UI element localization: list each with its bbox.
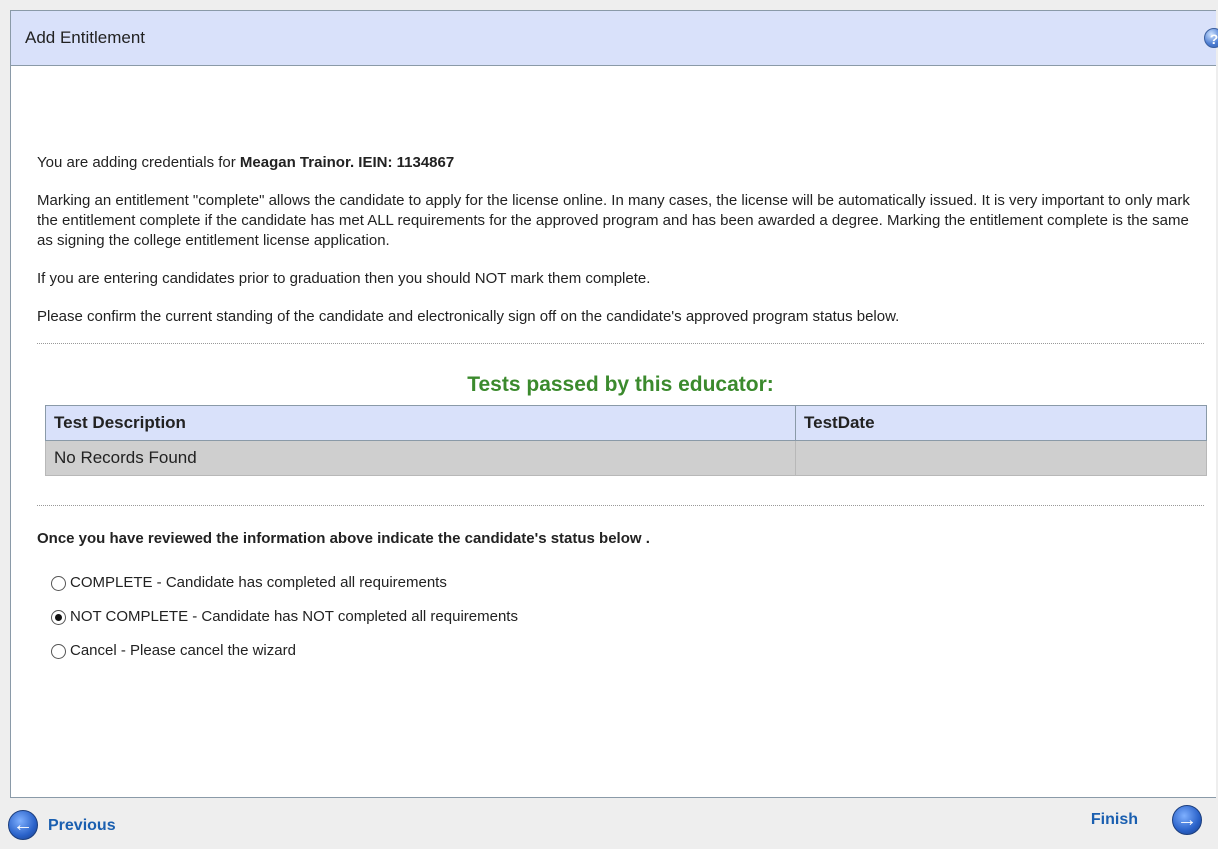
entitlement-explanation: Marking an entitlement "complete" allows… bbox=[37, 192, 1190, 249]
page: Add Entitlement ? You are adding credent… bbox=[0, 0, 1218, 849]
finish-button[interactable]: Finish → bbox=[1091, 805, 1202, 835]
radio-cancel[interactable] bbox=[51, 643, 66, 659]
radio-label-cancel[interactable]: Cancel - Please cancel the wizard bbox=[70, 641, 296, 661]
candidate-name: Meagan Trainor. IEIN: 1134867 bbox=[239, 154, 455, 171]
intro-text: You are adding credentials for Meagan Tr… bbox=[37, 153, 1204, 173]
radio-option-cancel[interactable]: Cancel - Please cancel the wizard bbox=[51, 640, 1204, 662]
arrow-left-circle-icon[interactable]: ← bbox=[8, 810, 38, 840]
radio-not-complete[interactable] bbox=[51, 609, 66, 625]
arrow-right-circle-icon[interactable]: → bbox=[1172, 805, 1202, 835]
panel-title: Add Entitlement bbox=[25, 28, 146, 47]
column-header-test-description[interactable]: Test Description bbox=[45, 405, 796, 441]
status-radio-group: COMPLETE - Candidate has completed all r… bbox=[51, 572, 1204, 662]
previous-label[interactable]: Previous bbox=[48, 817, 116, 835]
previous-button[interactable]: ← Previous bbox=[8, 810, 116, 840]
panel-content: You are adding credentials for Meagan Tr… bbox=[11, 153, 1216, 662]
add-entitlement-panel: Add Entitlement ? You are adding credent… bbox=[10, 10, 1218, 798]
confirm-instruction: Please confirm the current standing of t… bbox=[37, 308, 900, 325]
intro-prefix: You are adding credentials for bbox=[37, 154, 240, 171]
divider bbox=[37, 343, 1204, 344]
empty-cell bbox=[795, 440, 1207, 476]
radio-option-not-complete[interactable]: NOT COMPLETE - Candidate has NOT complet… bbox=[51, 606, 1204, 628]
empty-message: No Records Found bbox=[45, 440, 796, 476]
radio-label-not-complete[interactable]: NOT COMPLETE - Candidate has NOT complet… bbox=[70, 607, 518, 627]
column-header-test-date[interactable]: TestDate bbox=[795, 405, 1207, 441]
radio-label-complete[interactable]: COMPLETE - Candidate has completed all r… bbox=[70, 573, 447, 593]
tests-title: Tests passed by this educator: bbox=[467, 373, 774, 396]
table-row: No Records Found bbox=[45, 440, 1207, 476]
help-icon[interactable]: ? bbox=[1204, 28, 1218, 48]
radio-complete[interactable] bbox=[51, 575, 66, 591]
divider bbox=[37, 505, 1204, 506]
finish-label[interactable]: Finish bbox=[1091, 811, 1138, 829]
tests-table: Test Description TestDate No Records Fou… bbox=[45, 405, 1207, 476]
radio-option-complete[interactable]: COMPLETE - Candidate has completed all r… bbox=[51, 572, 1204, 594]
panel-header: Add Entitlement ? bbox=[11, 11, 1218, 66]
graduation-notice: If you are entering candidates prior to … bbox=[37, 270, 651, 287]
table-header-row: Test Description TestDate bbox=[45, 405, 1207, 441]
status-instruction: Once you have reviewed the information a… bbox=[37, 530, 650, 547]
